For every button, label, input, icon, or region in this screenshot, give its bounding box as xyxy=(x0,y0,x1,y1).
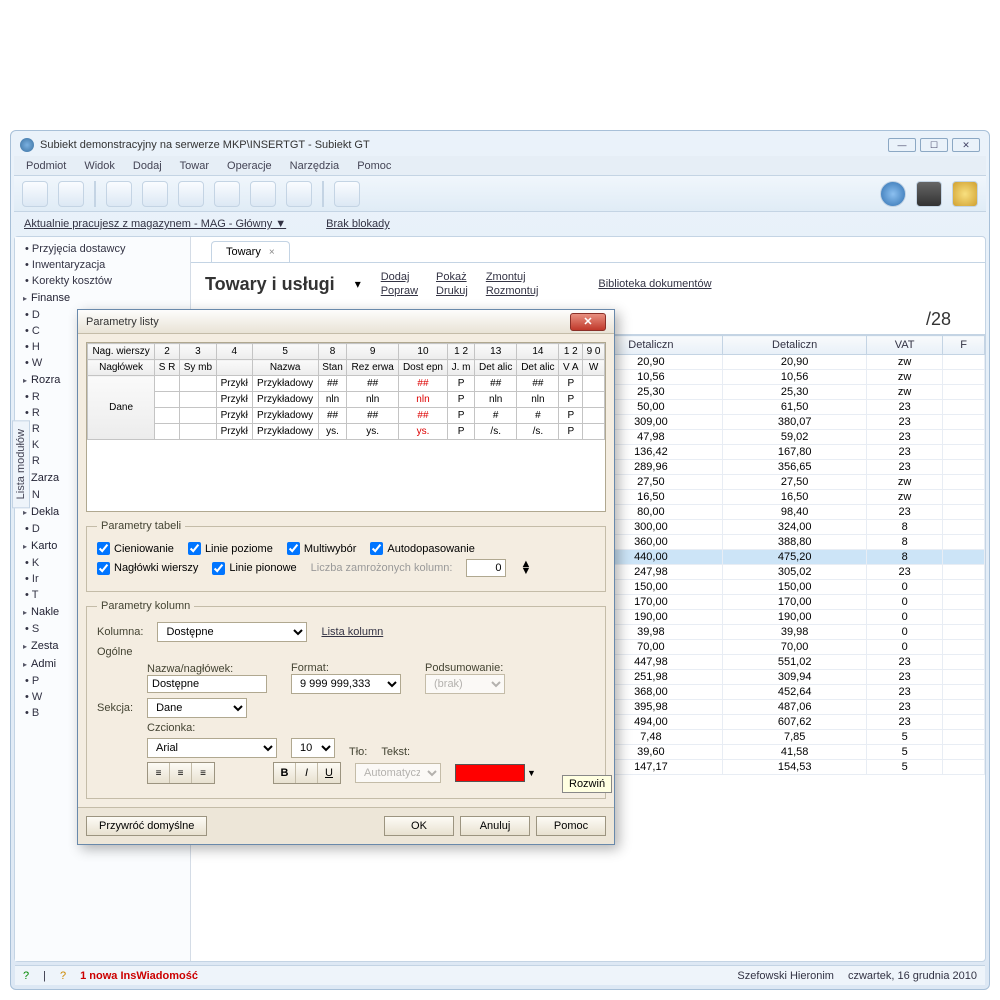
toolbar-btn[interactable] xyxy=(334,181,360,207)
column-select[interactable]: Dostępne xyxy=(157,622,307,642)
sidebar-item[interactable]: Finanse xyxy=(19,289,186,307)
biblio-link[interactable]: Biblioteka dokumentów xyxy=(598,278,711,290)
ok-button[interactable]: OK xyxy=(384,816,454,836)
toolbar xyxy=(14,176,986,212)
summary-select: (brak) xyxy=(425,674,505,694)
toolbar-btn[interactable] xyxy=(22,181,48,207)
tab-strip: Towary × xyxy=(191,237,985,263)
dialog-titlebar: Parametry listy ✕ xyxy=(78,310,614,334)
minimize-button[interactable]: — xyxy=(888,138,916,152)
warehouse-link[interactable]: Aktualnie pracujesz z magazynem - MAG - … xyxy=(24,218,286,230)
help-icon[interactable] xyxy=(952,181,978,207)
dialog-close-button[interactable]: ✕ xyxy=(570,313,606,331)
bg-select: Automatyczn xyxy=(355,763,441,783)
window-title: Subiekt demonstracyjny na serwerze MKP\I… xyxy=(40,139,370,151)
toolbar-btn[interactable] xyxy=(142,181,168,207)
menu-operacje[interactable]: Operacje xyxy=(219,158,280,174)
box-icon[interactable] xyxy=(916,181,942,207)
titlebar: Subiekt demonstracyjny na serwerze MKP\I… xyxy=(14,134,986,156)
close-icon[interactable]: × xyxy=(269,247,275,258)
chk-linie-poziome[interactable]: Linie poziome xyxy=(188,542,273,555)
frozen-columns-input[interactable] xyxy=(466,559,506,577)
chk-autodop[interactable]: Autodopasowanie xyxy=(370,542,474,555)
close-button[interactable]: ✕ xyxy=(952,138,980,152)
toolbar-btn[interactable] xyxy=(58,181,84,207)
style-group[interactable]: BIU xyxy=(273,762,341,784)
menu-towar[interactable]: Towar xyxy=(172,158,217,174)
chk-naglowki[interactable]: Nagłówki wierszy xyxy=(97,562,198,575)
cancel-button[interactable]: Anuluj xyxy=(460,816,530,836)
page-indicator: /28 xyxy=(926,309,971,330)
name-input[interactable] xyxy=(147,675,267,693)
align-group[interactable]: ≡≡≡ xyxy=(147,762,215,784)
action-rozmontuj[interactable]: Rozmontuj xyxy=(486,285,539,297)
chk-cieniowanie[interactable]: Cieniowanie xyxy=(97,542,174,555)
action-popraw[interactable]: Popraw xyxy=(381,285,418,297)
page-title: Towary i usługi xyxy=(205,274,335,295)
menu-podmiot[interactable]: Podmiot xyxy=(18,158,74,174)
preview-grid: Nag. wierszy234589101 213141 29 0Nagłówe… xyxy=(86,342,606,512)
chk-multiwybor[interactable]: Multiwybór xyxy=(287,542,357,555)
menu-widok[interactable]: Widok xyxy=(76,158,123,174)
menu-dodaj[interactable]: Dodaj xyxy=(125,158,170,174)
action-zmontuj[interactable]: Zmontuj xyxy=(486,271,539,283)
infobar: Aktualnie pracujesz z magazynem - MAG - … xyxy=(14,212,986,236)
menu-narzędzia[interactable]: Narzędzia xyxy=(282,158,348,174)
menu-pomoc[interactable]: Pomoc xyxy=(349,158,399,174)
status-date: czwartek, 16 grudnia 2010 xyxy=(848,970,977,982)
toolbar-btn[interactable] xyxy=(214,181,240,207)
sidebar-item[interactable]: • Korekty kosztów xyxy=(19,273,186,289)
toolbar-btn[interactable] xyxy=(286,181,312,207)
font-select[interactable]: Arial xyxy=(147,738,277,758)
toolbar-btn[interactable] xyxy=(178,181,204,207)
format-select[interactable]: 9 999 999,333 xyxy=(291,674,401,694)
sidebar-item[interactable]: • Przyjęcia dostawcy xyxy=(19,241,186,257)
list-params-dialog: Parametry listy ✕ Nag. wierszy234589101 … xyxy=(77,309,615,845)
globe-icon[interactable] xyxy=(880,181,906,207)
sidebar-item[interactable]: • Inwentaryzacja xyxy=(19,257,186,273)
menubar: PodmiotWidokDodajTowarOperacjeNarzędziaP… xyxy=(14,156,986,176)
lock-link[interactable]: Brak blokady xyxy=(326,218,390,230)
size-select[interactable]: 10 xyxy=(291,738,335,758)
column-list-link[interactable]: Lista kolumn xyxy=(321,626,383,638)
restore-defaults-button[interactable]: Przywróć domyślne xyxy=(86,816,207,836)
app-icon xyxy=(20,138,34,152)
section-select[interactable]: Dane xyxy=(147,698,247,718)
module-list-tab[interactable]: Lista modułów xyxy=(12,420,30,508)
action-drukuj[interactable]: Drukuj xyxy=(436,285,468,297)
chk-linie-pionowe[interactable]: Linie pionowe xyxy=(212,562,296,575)
help-button[interactable]: Pomoc xyxy=(536,816,606,836)
tooltip: Rozwiń xyxy=(562,775,612,793)
maximize-button[interactable]: ☐ xyxy=(920,138,948,152)
text-color-swatch[interactable] xyxy=(455,764,525,782)
status-user: Szefowski Hieronim xyxy=(737,970,834,982)
action-pokaż[interactable]: Pokaż xyxy=(436,271,468,283)
statusbar: ?|? 1 nowa InsWiadomość Szefowski Hieron… xyxy=(15,965,985,985)
action-dodaj[interactable]: Dodaj xyxy=(381,271,418,283)
status-message[interactable]: 1 nowa InsWiadomość xyxy=(80,970,198,982)
tab-towary[interactable]: Towary × xyxy=(211,241,290,262)
toolbar-btn[interactable] xyxy=(106,181,132,207)
toolbar-btn[interactable] xyxy=(250,181,276,207)
